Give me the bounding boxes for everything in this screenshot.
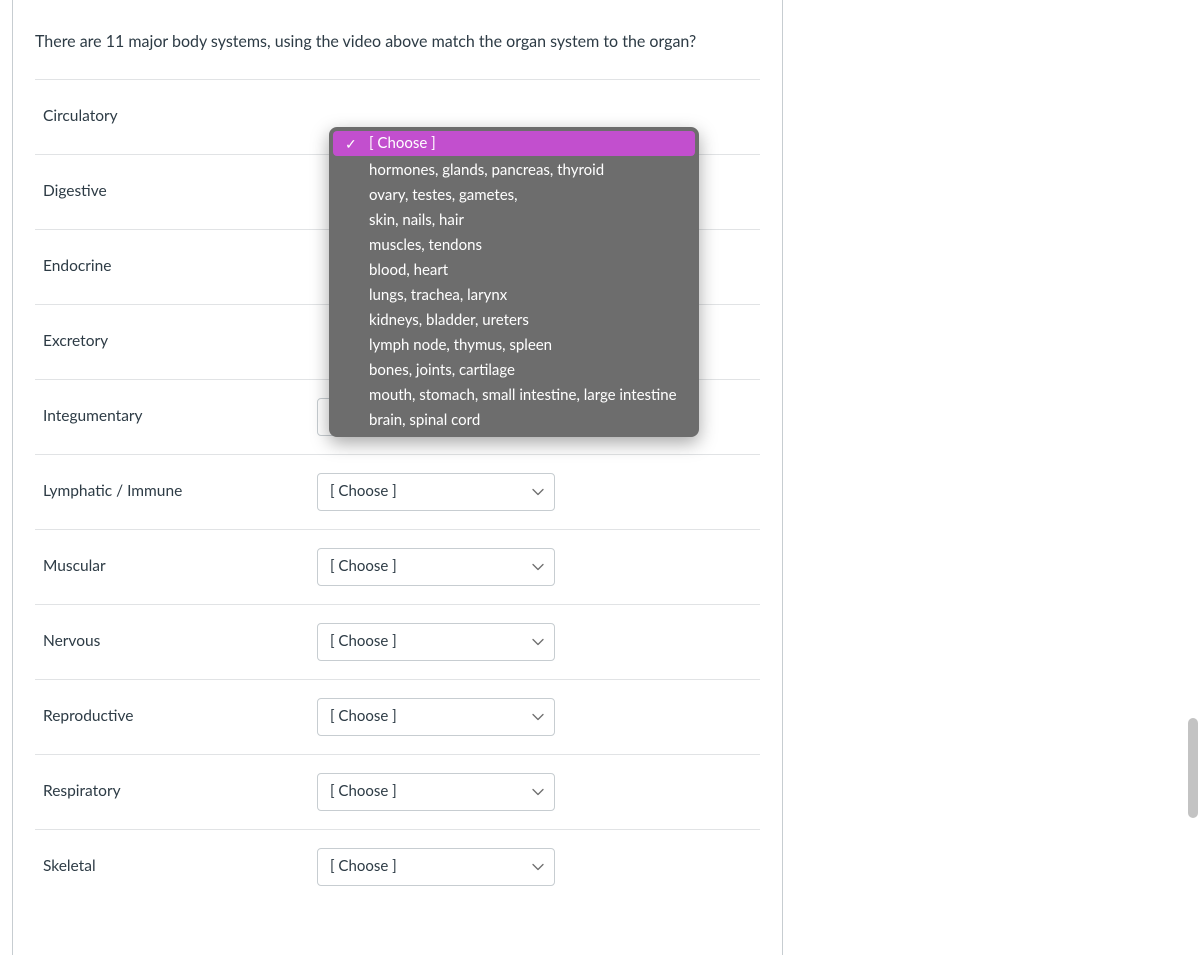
dropdown-option-selected[interactable]: [ Choose ]: [333, 131, 695, 156]
select-value: [ Choose ]: [330, 706, 397, 727]
select-value: [ Choose ]: [330, 481, 397, 502]
select-muscular[interactable]: [ Choose ]: [317, 548, 555, 586]
dropdown-option[interactable]: mouth, stomach, small intestine, large i…: [329, 383, 699, 408]
select-value: [ Choose ]: [330, 556, 397, 577]
dropdown-option[interactable]: ovary, testes, gametes,: [329, 183, 699, 208]
chevron-down-icon: [532, 486, 544, 498]
chevron-down-icon: [532, 861, 544, 873]
row-label: Reproductive: [35, 706, 317, 728]
row-label: Digestive: [35, 181, 317, 203]
dropdown-option[interactable]: muscles, tendons: [329, 233, 699, 258]
question-text: There are 11 major body systems, using t…: [35, 0, 760, 79]
row-label: Integumentary: [35, 406, 317, 428]
scrollbar-thumb[interactable]: [1188, 718, 1198, 818]
select-skeletal[interactable]: [ Choose ]: [317, 848, 555, 886]
chevron-down-icon: [532, 636, 544, 648]
page-container: There are 11 major body systems, using t…: [12, 0, 1200, 955]
row-label: Respiratory: [35, 781, 317, 803]
match-row-reproductive: Reproductive [ Choose ]: [35, 679, 760, 754]
dropdown-option[interactable]: hormones, glands, pancreas, thyroid: [329, 158, 699, 183]
row-label: Excretory: [35, 331, 317, 353]
select-respiratory[interactable]: [ Choose ]: [317, 773, 555, 811]
row-label: Nervous: [35, 631, 317, 653]
dropdown-option[interactable]: bones, joints, cartilage: [329, 358, 699, 383]
match-row-muscular: Muscular [ Choose ]: [35, 529, 760, 604]
select-nervous[interactable]: [ Choose ]: [317, 623, 555, 661]
select-reproductive[interactable]: [ Choose ]: [317, 698, 555, 736]
row-label: Skeletal: [35, 856, 317, 878]
select-value: [ Choose ]: [330, 631, 397, 652]
dropdown-option[interactable]: lungs, trachea, larynx: [329, 283, 699, 308]
match-row-lymphatic: Lymphatic / Immune [ Choose ]: [35, 454, 760, 529]
select-lymphatic[interactable]: [ Choose ]: [317, 473, 555, 511]
dropdown-option[interactable]: lymph node, thymus, spleen: [329, 333, 699, 358]
select-value: [ Choose ]: [330, 781, 397, 802]
dropdown-option[interactable]: kidneys, bladder, ureters: [329, 308, 699, 333]
dropdown-option[interactable]: brain, spinal cord: [329, 408, 699, 433]
dropdown-option[interactable]: skin, nails, hair: [329, 208, 699, 233]
scrollbar-track[interactable]: [1186, 0, 1200, 955]
chevron-down-icon: [532, 561, 544, 573]
chevron-down-icon: [532, 786, 544, 798]
row-label: Muscular: [35, 556, 317, 578]
dropdown-option[interactable]: blood, heart: [329, 258, 699, 283]
dropdown-menu[interactable]: [ Choose ] hormones, glands, pancreas, t…: [329, 127, 699, 437]
row-label: Lymphatic / Immune: [35, 481, 317, 503]
row-label: Endocrine: [35, 256, 317, 278]
match-row-nervous: Nervous [ Choose ]: [35, 604, 760, 679]
select-value: [ Choose ]: [330, 856, 397, 877]
match-row-skeletal: Skeletal [ Choose ]: [35, 829, 760, 904]
match-row-respiratory: Respiratory [ Choose ]: [35, 754, 760, 829]
chevron-down-icon: [532, 711, 544, 723]
row-label: Circulatory: [35, 106, 317, 128]
